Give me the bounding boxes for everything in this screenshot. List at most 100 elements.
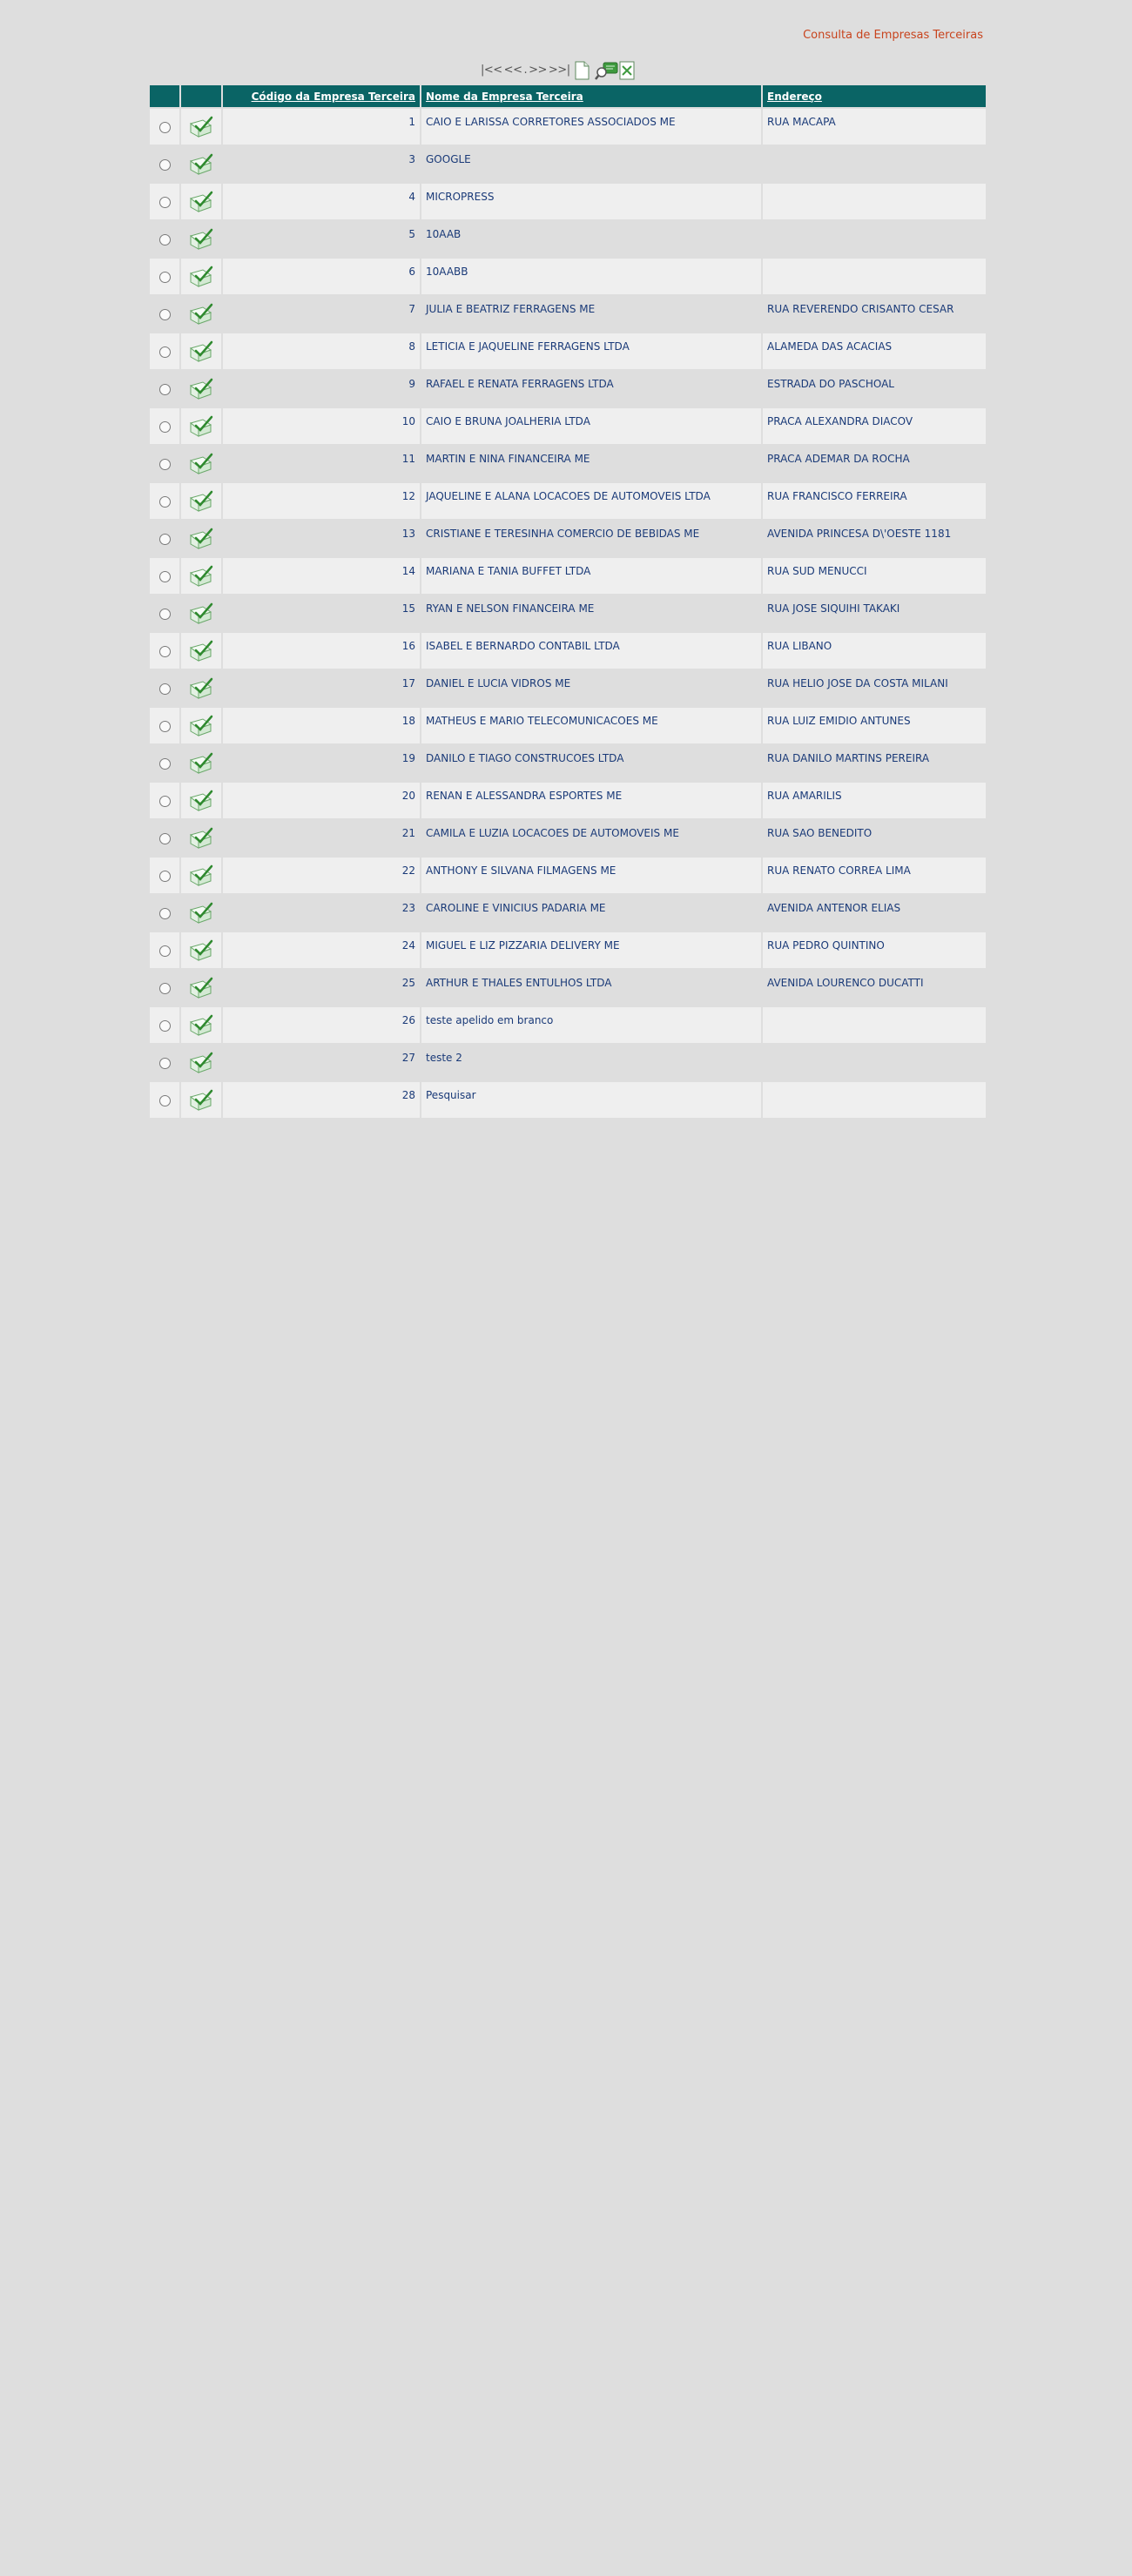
edit-icon[interactable] — [188, 790, 214, 812]
header-code-link[interactable]: Código da Empresa Terceira — [223, 85, 420, 107]
table-row[interactable]: 22 ANTHONY E SILVANA FILMAGENS ME RUA RENA… — [150, 858, 986, 893]
row-select-radio[interactable] — [158, 346, 171, 358]
first-page-link[interactable]: |<< — [481, 60, 502, 81]
edit-icon[interactable] — [188, 303, 214, 326]
table-row[interactable]: 23 CAROLINE E VINICIUS PADARIA ME AVENIDA … — [150, 895, 986, 931]
table-row[interactable]: 25 ARTHUR E THALES ENTULHOS LTDA AVENIDA L… — [150, 970, 986, 1006]
row-select-radio[interactable] — [158, 570, 171, 582]
edit-icon[interactable] — [188, 752, 214, 775]
search-icon[interactable] — [594, 60, 618, 81]
edit-icon[interactable] — [188, 939, 214, 962]
edit-icon[interactable] — [188, 528, 214, 550]
table-row[interactable]: 27 teste 2 — [150, 1045, 986, 1080]
table-row[interactable]: 3 GOOGLE — [150, 146, 986, 182]
table-row[interactable]: 17 DANIEL E LUCIA VIDROS ME RUA HELIO JOSE… — [150, 670, 986, 706]
table-row[interactable]: 26 teste apelido em branco — [150, 1007, 986, 1043]
edit-icon[interactable] — [188, 153, 214, 176]
edit-icon[interactable] — [188, 340, 214, 363]
table-row[interactable]: 24 MIGUEL E LIZ PIZZARIA DELIVERY ME RUA P… — [150, 932, 986, 968]
edit-icon[interactable] — [188, 715, 214, 737]
previous-page-link[interactable]: << — [504, 60, 522, 81]
edit-icon[interactable] — [188, 228, 214, 251]
edit-icon[interactable] — [188, 677, 214, 700]
company-name-cell: DANIEL E LUCIA VIDROS ME — [421, 670, 761, 706]
row-select-radio[interactable] — [158, 271, 171, 283]
edit-icon[interactable] — [188, 116, 214, 138]
row-select-radio[interactable] — [158, 870, 171, 882]
row-select-radio[interactable] — [158, 420, 171, 433]
edit-icon[interactable] — [188, 977, 214, 999]
row-select-radio[interactable] — [158, 121, 171, 133]
row-select-radio[interactable] — [158, 795, 171, 807]
row-select-radio[interactable] — [158, 757, 171, 770]
table-row[interactable]: 18 MATHEUS E MARIO TELECOMUNICACOES ME RUA… — [150, 708, 986, 743]
table-row[interactable]: 10 CAIO E BRUNA JOALHERIA LTDA PRACA ALEXA… — [150, 408, 986, 444]
row-select-radio[interactable] — [158, 308, 171, 320]
row-select-radio[interactable] — [158, 720, 171, 732]
select-cell — [150, 932, 179, 968]
edit-icon[interactable] — [188, 453, 214, 475]
edit-icon[interactable] — [188, 1014, 214, 1037]
table-row[interactable]: 9 RAFAEL E RENATA FERRAGENS LTDA ESTRADA D… — [150, 371, 986, 407]
table-row[interactable]: 21 CAMILA E LUZIA LOCACOES DE AUTOMOVEIS … — [150, 820, 986, 856]
table-row[interactable]: 28 Pesquisar — [150, 1082, 986, 1118]
row-select-radio[interactable] — [158, 495, 171, 508]
edit-cell — [181, 820, 221, 856]
row-select-radio[interactable] — [158, 683, 171, 695]
new-document-icon[interactable] — [572, 60, 593, 81]
company-code-cell: 27 — [223, 1045, 420, 1080]
row-select-radio[interactable] — [158, 608, 171, 620]
row-select-radio[interactable] — [158, 233, 171, 245]
row-select-radio[interactable] — [158, 158, 171, 171]
header-name-link[interactable]: Nome da Empresa Terceira — [421, 85, 761, 107]
table-row[interactable]: 15 RYAN E NELSON FINANCEIRA ME RUA JOSE SI… — [150, 595, 986, 631]
row-select-radio[interactable] — [158, 945, 171, 957]
table-row[interactable]: 5 10AAB — [150, 221, 986, 257]
next-page-link[interactable]: >> — [529, 60, 547, 81]
table-row[interactable]: 4 MICROPRESS — [150, 184, 986, 219]
row-select-radio[interactable] — [158, 1057, 171, 1069]
edit-icon[interactable] — [188, 1052, 214, 1074]
last-page-link[interactable]: >>| — [549, 60, 570, 81]
edit-icon[interactable] — [188, 490, 214, 513]
edit-icon[interactable] — [188, 602, 214, 625]
row-select-radio[interactable] — [158, 383, 171, 395]
table-row[interactable]: 12 JAQUELINE E ALANA LOCACOES DE AUTOMOVE… — [150, 483, 986, 519]
row-select-radio[interactable] — [158, 1019, 171, 1032]
export-icon[interactable] — [617, 60, 638, 81]
select-cell — [150, 970, 179, 1006]
table-row[interactable]: 1 CAIO E LARISSA CORRETORES ASSOCIADOS ME… — [150, 109, 986, 145]
company-address-cell: RUA DANILO MARTINS PEREIRA — [763, 745, 986, 781]
row-select-radio[interactable] — [158, 907, 171, 919]
edit-cell — [181, 483, 221, 519]
table-row[interactable]: 13 CRISTIANE E TERESINHA COMERCIO DE BEBI… — [150, 521, 986, 556]
table-row[interactable]: 19 DANILO E TIAGO CONSTRUCOES LTDA RUA DAN… — [150, 745, 986, 781]
table-row[interactable]: 6 10AABB — [150, 259, 986, 294]
table-row[interactable]: 8 LETICIA E JAQUELINE FERRAGENS LTDA ALAME… — [150, 333, 986, 369]
edit-icon[interactable] — [188, 565, 214, 588]
row-select-radio[interactable] — [158, 458, 171, 470]
edit-icon[interactable] — [188, 191, 214, 213]
select-cell — [150, 820, 179, 856]
edit-icon[interactable] — [188, 266, 214, 288]
edit-icon[interactable] — [188, 378, 214, 400]
row-select-radio[interactable] — [158, 196, 171, 208]
edit-icon[interactable] — [188, 827, 214, 850]
company-address-cell — [763, 184, 986, 219]
table-row[interactable]: 7 JULIA E BEATRIZ FERRAGENS ME RUA REVEREN… — [150, 296, 986, 332]
edit-icon[interactable] — [188, 1089, 214, 1112]
row-select-radio[interactable] — [158, 533, 171, 545]
table-row[interactable]: 16 ISABEL E BERNARDO CONTABIL LTDA RUA LIB… — [150, 633, 986, 669]
row-select-radio[interactable] — [158, 645, 171, 657]
edit-icon[interactable] — [188, 864, 214, 887]
table-row[interactable]: 14 MARIANA E TANIA BUFFET LTDA RUA SUD MEN… — [150, 558, 986, 594]
edit-icon[interactable] — [188, 640, 214, 662]
row-select-radio[interactable] — [158, 1094, 171, 1106]
row-select-radio[interactable] — [158, 832, 171, 844]
edit-icon[interactable] — [188, 902, 214, 925]
table-row[interactable]: 20 RENAN E ALESSANDRA ESPORTES ME RUA AMAR… — [150, 783, 986, 818]
header-address-link[interactable]: Endereço — [763, 85, 986, 107]
table-row[interactable]: 11 MARTIN E NINA FINANCEIRA ME PRACA ADEMA… — [150, 446, 986, 481]
edit-icon[interactable] — [188, 415, 214, 438]
row-select-radio[interactable] — [158, 982, 171, 994]
